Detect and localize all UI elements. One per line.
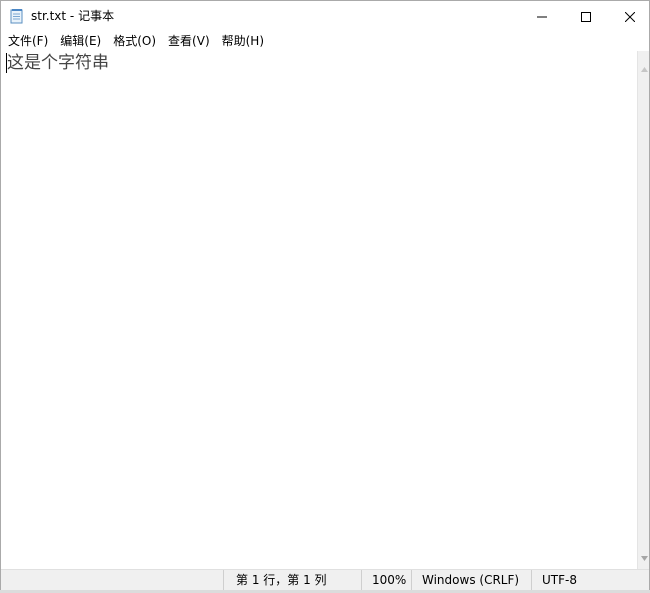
status-encoding: UTF-8: [531, 570, 649, 591]
close-button[interactable]: [607, 1, 649, 31]
menu-bar: 文件(F) 编辑(E) 格式(O) 查看(V) 帮助(H): [1, 31, 649, 51]
menu-file[interactable]: 文件(F): [2, 31, 54, 51]
notepad-icon: [10, 8, 24, 24]
minimize-button[interactable]: [519, 1, 565, 31]
scroll-down-arrow-icon[interactable]: [641, 546, 648, 565]
maximize-icon: [581, 7, 591, 26]
menu-format[interactable]: 格式(O): [107, 31, 162, 51]
menu-help[interactable]: 帮助(H): [216, 31, 270, 51]
vertical-scrollbar[interactable]: [637, 51, 649, 569]
scroll-up-arrow-icon[interactable]: [641, 57, 648, 76]
menu-view[interactable]: 查看(V): [162, 31, 216, 51]
status-cursor-position: 第 1 行，第 1 列: [223, 570, 361, 591]
maximize-button[interactable]: [563, 1, 609, 31]
menu-edit[interactable]: 编辑(E): [54, 31, 107, 51]
status-zoom: 100%: [361, 570, 411, 591]
title-bar[interactable]: str.txt - 记事本: [1, 1, 649, 31]
notepad-window: str.txt - 记事本 文件(F) 编辑(E) 格式(O) 查看(V) 帮助…: [0, 0, 650, 593]
minimize-icon: [537, 7, 547, 26]
text-editor-area[interactable]: 这是个字符串: [1, 51, 637, 569]
close-icon: [624, 7, 636, 26]
editor-content[interactable]: 这是个字符串: [7, 53, 109, 73]
status-line-ending: Windows (CRLF): [411, 570, 531, 591]
status-bar: 第 1 行，第 1 列 100% Windows (CRLF) UTF-8: [1, 569, 649, 591]
window-title: str.txt - 记事本: [31, 9, 115, 23]
